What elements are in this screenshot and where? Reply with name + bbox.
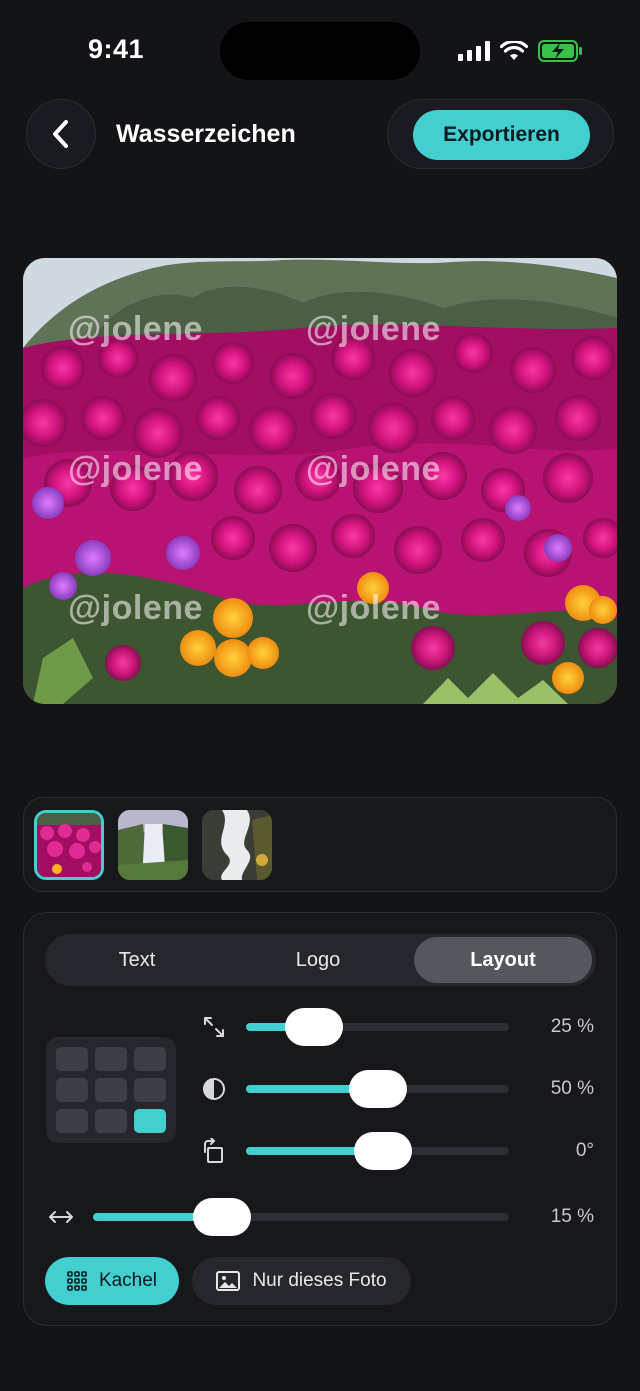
export-button[interactable]: Exportieren (413, 110, 590, 160)
watermark-text: @jolene (306, 589, 441, 627)
chevron-left-icon (53, 120, 68, 148)
export-container: Exportieren (387, 99, 614, 169)
single-photo-button[interactable]: Nur dieses Foto (192, 1257, 411, 1305)
resize-icon (201, 1014, 227, 1040)
dynamic-island (220, 22, 420, 80)
size-slider-knob[interactable] (285, 1008, 344, 1046)
size-value: 25 % (550, 1016, 594, 1037)
wifi-icon (500, 41, 528, 60)
position-top-center[interactable] (95, 1047, 127, 1071)
status-icons (458, 40, 584, 62)
flowers-thumbnail-image (37, 813, 101, 877)
watermark-text: @jolene (68, 310, 203, 348)
spacing-slider-knob[interactable] (192, 1198, 251, 1236)
watermark-text: @jolene (306, 310, 441, 348)
position-bottom-right[interactable] (134, 1109, 166, 1133)
rotate-icon (201, 1138, 227, 1164)
position-bottom-center[interactable] (95, 1109, 127, 1133)
grid-icon (67, 1271, 87, 1291)
size-slider[interactable] (246, 1008, 509, 1046)
rotation-slider-knob[interactable] (353, 1132, 412, 1170)
position-middle-left[interactable] (56, 1078, 88, 1102)
position-middle-center[interactable] (95, 1078, 127, 1102)
river-thumbnail-image (202, 810, 272, 880)
position-middle-right[interactable] (134, 1078, 166, 1102)
tile-mode-button[interactable]: Kachel (45, 1257, 179, 1305)
watermark-text: @jolene (68, 450, 203, 488)
spacing-value: 15 % (550, 1206, 594, 1227)
photo-preview: @jolene @jolene @jolene @jolene @jolene … (23, 258, 617, 704)
tab-text[interactable]: Text (48, 937, 226, 983)
opacity-value: 50 % (550, 1078, 594, 1099)
battery-charging-icon (538, 40, 582, 62)
thumbnail-flowers[interactable] (34, 810, 104, 880)
photo-thumbnail-strip (23, 797, 617, 892)
rotation-slider[interactable] (246, 1132, 509, 1170)
opacity-slider-knob[interactable] (348, 1070, 407, 1108)
single-photo-label: Nur dieses Foto (252, 1270, 387, 1291)
opacity-slider[interactable] (246, 1070, 509, 1108)
watermark-text: @jolene (68, 589, 203, 627)
rotation-value: 0° (575, 1140, 594, 1161)
status-bar: 9:41 (0, 0, 640, 100)
thumbnail-river[interactable] (202, 810, 272, 880)
position-bottom-left[interactable] (56, 1109, 88, 1133)
tab-layout[interactable]: Layout (414, 937, 592, 983)
watermark-text: @jolene (306, 450, 441, 488)
opacity-icon (201, 1076, 227, 1102)
waterfall-thumbnail-image (118, 810, 188, 880)
tile-mode-label: Kachel (98, 1270, 158, 1291)
thumbnail-waterfall[interactable] (118, 810, 188, 880)
spacing-icon (48, 1204, 74, 1230)
page-title: Wasserzeichen (116, 120, 296, 148)
signal-icon (458, 41, 490, 61)
back-button[interactable] (26, 99, 96, 169)
image-icon (216, 1271, 241, 1291)
spacing-slider[interactable] (93, 1198, 509, 1236)
tab-bar: Text Logo Layout (45, 934, 596, 986)
position-grid (46, 1037, 176, 1143)
tab-logo[interactable]: Logo (229, 937, 407, 983)
position-top-left[interactable] (56, 1047, 88, 1071)
status-time: 9:41 (88, 34, 145, 64)
position-top-right[interactable] (134, 1047, 166, 1071)
watermark-settings-panel: Text Logo Layout 25 % 50 % 0° 15 % Kache… (23, 912, 617, 1326)
